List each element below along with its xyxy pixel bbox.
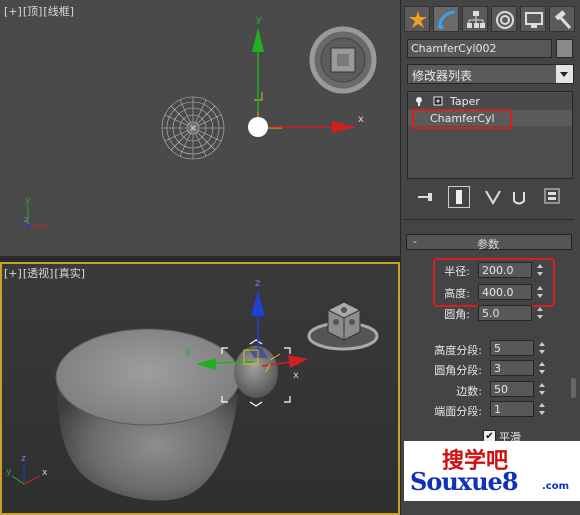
height-input[interactable]: 400.0 [478,284,532,300]
display-monitor-icon [525,12,543,28]
cap-segments-label: 端面分段: [434,405,482,418]
radius-label: 半径: [444,265,470,278]
fillet-segments-input[interactable]: 3 [490,360,534,376]
height-spinner[interactable] [535,284,545,300]
sides-input[interactable]: 50 [490,381,534,397]
tripod-persp-x: x [42,468,48,478]
tab-modify[interactable] [433,6,459,32]
stack-chamfercyl-label: ChamferCyl [430,112,495,125]
top-axis-y-label: y [256,14,262,25]
modifier-toggle-icons [416,96,443,106]
tab-motion[interactable] [491,6,517,32]
pin-stack-icon[interactable] [414,186,436,208]
object-name-input[interactable]: ChamferCyl002 [407,39,552,58]
motion-circle-icon [496,11,514,29]
fillet-input[interactable]: 5.0 [478,305,532,321]
utilities-hammer-icon [554,10,572,30]
cap-segments-input[interactable]: 1 [490,401,534,417]
fillet-label: 圆角: [444,308,470,321]
sides-label: 边数: [456,385,482,398]
height-segments-label: 高度分段: [434,344,482,357]
watermark-line2: Souxue8 [410,467,519,496]
viewcube-persp[interactable] [307,301,379,351]
axis-tripod-persp: z y x [6,454,48,485]
tab-display[interactable] [520,6,546,32]
watermark-suffix: .com [542,481,570,492]
axis-tripod-top: y z [24,196,48,228]
modifier-stack[interactable]: Taper ChamferCyl [407,91,573,179]
viewport-top[interactable]: [+][顶][线框] y x y z [0,0,401,256]
sides-spinner[interactable] [537,381,547,397]
object-color-swatch[interactable] [556,39,573,58]
cap-segments-spinner[interactable] [537,401,547,417]
fillet-segments-spinner[interactable] [537,360,547,376]
tab-create[interactable] [404,6,430,32]
stack-item-chamfercyl[interactable]: ChamferCyl [408,109,572,129]
stack-taper-label: Taper [450,95,480,108]
configure-sets-icon[interactable] [542,186,564,208]
parameters-rollout-header[interactable]: - 参数 [406,234,572,251]
modifier-list-label: 修改器列表 [412,69,473,83]
rollout-collapse-minus[interactable]: - [413,235,417,248]
fillet-spinner[interactable] [535,305,545,321]
radius-input[interactable]: 200.0 [478,262,532,278]
height-label: 高度: [444,287,470,300]
rollout-title: 参数 [477,238,499,251]
tripod-top-y: y [25,196,31,206]
command-panel-tabs [404,6,576,32]
tripod-persp-y: y [6,467,12,477]
height-segments-spinner[interactable] [537,340,547,356]
viewport-persp-scene: z y x z y x [6,278,379,501]
viewport-top-scene: y x y z [24,14,377,228]
radius-spinner[interactable] [535,262,545,278]
height-segments-input[interactable]: 5 [490,340,534,356]
modify-arc-icon [437,10,456,29]
tripod-persp-z: z [21,454,26,464]
persp-axis-x-label: x [293,370,299,381]
modifier-list-dropdown[interactable]: 修改器列表 [407,64,574,84]
top-axis-x-label: x [358,114,364,125]
tab-hierarchy[interactable] [462,6,488,32]
tripod-top-z: z [24,215,28,224]
hierarchy-icon [467,11,485,28]
viewport-perspective[interactable]: [+][透视][真实] z y x z y x [0,262,400,515]
persp-axis-y-label: y [185,346,191,357]
watermark-logo: 搜学吧 Souxue8 .com [404,441,580,501]
wireframe-cylinder-top[interactable] [161,96,225,160]
make-unique-icon[interactable] [482,186,504,208]
tab-utilities[interactable] [549,6,575,32]
show-end-result-icon[interactable] [448,186,470,208]
panel-divider [404,219,574,220]
panel-scrollbar[interactable] [571,378,576,398]
create-star-icon [409,11,427,28]
viewcube-top[interactable] [309,26,377,94]
fillet-segments-label: 圆角分段: [434,364,482,377]
stack-toolbar [404,186,576,210]
persp-axis-z-label: z [255,278,260,289]
tapered-cylinder-object[interactable] [55,328,241,501]
remove-modifier-icon[interactable] [508,186,530,208]
chevron-down-icon[interactable] [556,65,573,83]
